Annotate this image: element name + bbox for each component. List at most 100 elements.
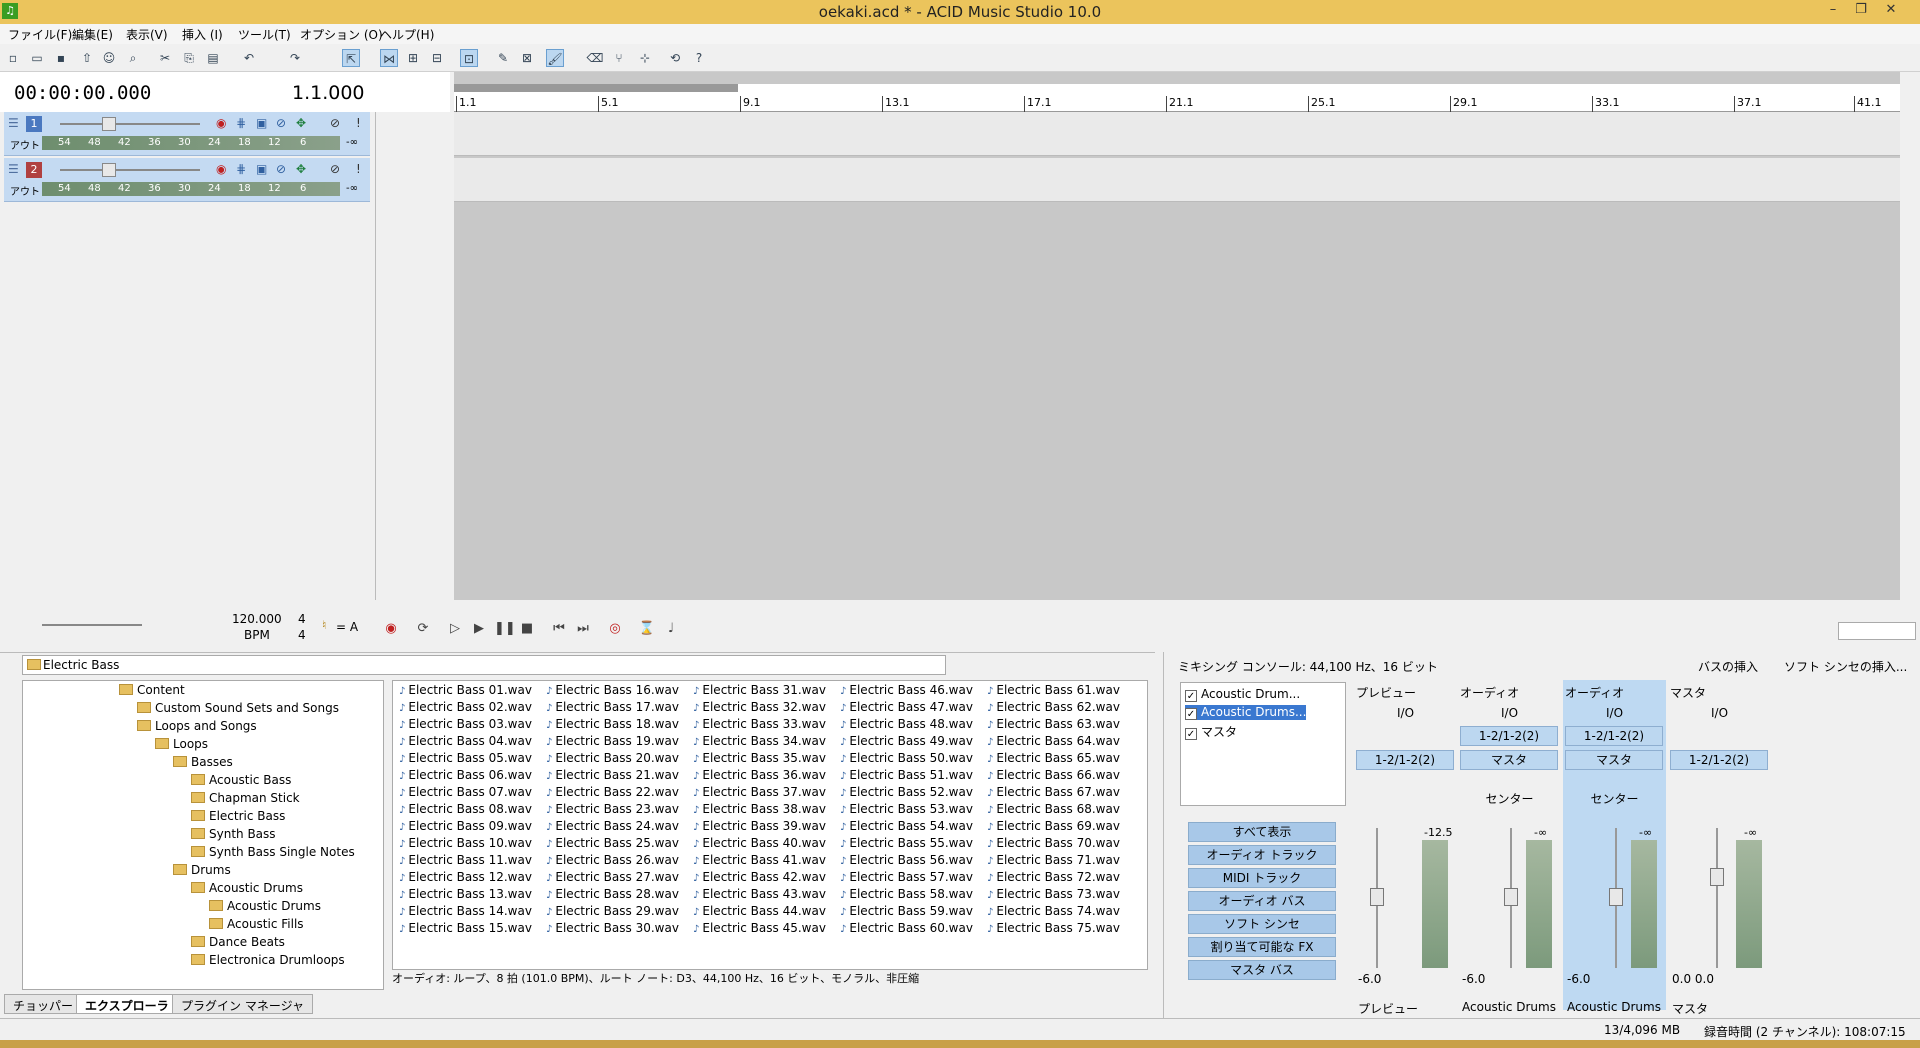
auto-scroll-icon[interactable]: ⟲ xyxy=(666,49,684,67)
file-item[interactable]: Electric Bass 14.wav xyxy=(399,904,532,918)
user-icon[interactable]: ☺ xyxy=(100,49,118,67)
bpm-value[interactable]: 120.000 xyxy=(232,612,282,626)
fx-icon[interactable]: ⋕ xyxy=(236,162,246,176)
time-sig-top[interactable]: 4 xyxy=(298,612,306,626)
mixer-strip-preview[interactable]: プレビュー I/O 1-2/1-2(2) -12.5 -6.0 プレビュー xyxy=(1354,680,1457,1016)
io-label[interactable]: I/O xyxy=(1668,706,1771,720)
volume-slider[interactable] xyxy=(60,117,200,131)
pan-label[interactable]: センター xyxy=(1458,790,1561,807)
file-item[interactable]: Electric Bass 34.wav xyxy=(693,734,826,748)
file-item[interactable]: Electric Bass 04.wav xyxy=(399,734,532,748)
mixer-strip-master[interactable]: マスタ I/O 1-2/1-2(2) -∞ 0.0 0.0 マスタ xyxy=(1668,680,1771,1016)
file-item[interactable]: Electric Bass 08.wav xyxy=(399,802,532,816)
file-list[interactable]: Electric Bass 01.wav Electric Bass 02.wav… xyxy=(392,680,1148,970)
file-item[interactable]: Electric Bass 54.wav xyxy=(840,819,973,833)
menu-edit[interactable]: 編集(E) xyxy=(72,26,113,43)
file-item[interactable]: Electric Bass 60.wav xyxy=(840,921,973,935)
file-item[interactable]: Electric Bass 37.wav xyxy=(693,785,826,799)
track-fx-icon[interactable]: ▣ xyxy=(256,162,267,176)
file-item[interactable]: Electric Bass 27.wav xyxy=(546,870,679,884)
paste-icon[interactable]: ▤ xyxy=(204,49,222,67)
file-item[interactable]: Electric Bass 75.wav xyxy=(987,921,1120,935)
file-item[interactable]: Electric Bass 32.wav xyxy=(693,700,826,714)
address-bar[interactable]: Electric Bass xyxy=(22,655,946,675)
folder-tree[interactable]: Content Custom Sound Sets and Songs Loop… xyxy=(22,680,384,990)
file-item[interactable]: Electric Bass 02.wav xyxy=(399,700,532,714)
select-tool-icon[interactable]: ⊞ xyxy=(404,49,422,67)
tree-item[interactable]: Acoustic Drums xyxy=(209,899,321,913)
file-item[interactable]: Electric Bass 16.wav xyxy=(546,683,679,697)
io-label[interactable]: I/O xyxy=(1563,706,1666,720)
volume-fader[interactable] xyxy=(1504,828,1518,968)
mute-icon[interactable]: ⊘ xyxy=(330,162,340,176)
mixer-track-item[interactable]: ✓ Acoustic Drums... xyxy=(1185,705,1307,720)
go-to-start-button[interactable]: ⏮ xyxy=(550,620,568,638)
master-bus-button[interactable]: マスタ バス xyxy=(1188,960,1336,980)
mute-icon[interactable]: ⊘ xyxy=(330,116,340,130)
file-item[interactable]: Electric Bass 62.wav xyxy=(987,700,1120,714)
file-item[interactable]: Electric Bass 73.wav xyxy=(987,887,1120,901)
record-button[interactable]: ◉ xyxy=(382,620,400,638)
io-label[interactable]: I/O xyxy=(1354,706,1457,720)
publish-icon[interactable]: ⇧ xyxy=(78,49,96,67)
track-lane-2[interactable] xyxy=(454,158,1900,202)
tree-item[interactable]: Chapman Stick xyxy=(191,791,300,805)
file-item[interactable]: Electric Bass 57.wav xyxy=(840,870,973,884)
pencil-icon[interactable]: ✎ xyxy=(494,49,512,67)
file-item[interactable]: Electric Bass 64.wav xyxy=(987,734,1120,748)
mixer-strip-track1[interactable]: オーディオ I/O 1-2/1-2(2) マスタ センター -∞ -6.0 Ac… xyxy=(1458,680,1561,1014)
input-bus[interactable]: 1-2/1-2(2) xyxy=(1565,726,1663,746)
file-item[interactable]: Electric Bass 12.wav xyxy=(399,870,532,884)
file-item[interactable]: Electric Bass 67.wav xyxy=(987,785,1120,799)
file-item[interactable]: Electric Bass 11.wav xyxy=(399,853,532,867)
mixer-strip-track2[interactable]: オーディオ I/O 1-2/1-2(2) マスタ センター -∞ -6.0 Ac… xyxy=(1563,680,1666,1014)
minimize-button[interactable]: – xyxy=(1820,1,1846,19)
marker-icon[interactable]: ⊹ xyxy=(636,49,654,67)
tree-item[interactable]: Drums xyxy=(173,863,231,877)
key-label[interactable]: = A xyxy=(336,620,358,634)
tree-item[interactable]: Acoustic Drums xyxy=(191,881,303,895)
file-item[interactable]: Electric Bass 07.wav xyxy=(399,785,532,799)
file-item[interactable]: Electric Bass 25.wav xyxy=(546,836,679,850)
play-button[interactable]: ▶ xyxy=(470,620,488,638)
file-item[interactable]: Electric Bass 44.wav xyxy=(693,904,826,918)
file-item[interactable]: Electric Bass 45.wav xyxy=(693,921,826,935)
vertical-scrollbar[interactable] xyxy=(1900,72,1920,602)
file-item[interactable]: Electric Bass 52.wav xyxy=(840,785,973,799)
tab-chopper[interactable]: チョッパー xyxy=(4,994,83,1014)
tree-item[interactable]: Custom Sound Sets and Songs xyxy=(137,701,339,715)
snap-icon[interactable]: ⊡ xyxy=(460,49,478,67)
menu-view[interactable]: 表示(V) xyxy=(126,26,168,43)
automation-icon[interactable]: ⊘ xyxy=(276,162,286,176)
file-item[interactable]: Electric Bass 38.wav xyxy=(693,802,826,816)
file-item[interactable]: Electric Bass 26.wav xyxy=(546,853,679,867)
solo-icon[interactable]: ! xyxy=(356,162,361,176)
volume-knob[interactable] xyxy=(102,117,116,131)
file-item[interactable]: Electric Bass 70.wav xyxy=(987,836,1120,850)
file-item[interactable]: Electric Bass 28.wav xyxy=(546,887,679,901)
file-item[interactable]: Electric Bass 63.wav xyxy=(987,717,1120,731)
track-fx-icon[interactable]: ▣ xyxy=(256,116,267,130)
file-item[interactable]: Electric Bass 43.wav xyxy=(693,887,826,901)
tree-item[interactable]: Electric Bass xyxy=(191,809,285,823)
volume-knob[interactable] xyxy=(102,163,116,177)
menu-help[interactable]: ヘルプ(H) xyxy=(380,26,434,43)
volume-fader[interactable] xyxy=(1609,828,1623,968)
metronome-button[interactable]: ◎ xyxy=(606,620,624,638)
menu-insert[interactable]: 挿入 (I) xyxy=(182,26,223,43)
split-icon[interactable]: ⑂ xyxy=(610,49,628,67)
tree-item[interactable]: Loops xyxy=(155,737,208,751)
mixer-track-item[interactable]: ✓ Acoustic Drum... xyxy=(1185,687,1300,702)
mixer-track-item[interactable]: ✓ マスタ xyxy=(1185,723,1237,740)
tempo-slider[interactable] xyxy=(42,624,142,626)
open-icon[interactable]: ▭ xyxy=(28,49,46,67)
file-item[interactable]: Electric Bass 22.wav xyxy=(546,785,679,799)
tab-explorer[interactable]: エクスプローラ xyxy=(76,994,178,1014)
file-item[interactable]: Electric Bass 31.wav xyxy=(693,683,826,697)
file-item[interactable]: Electric Bass 23.wav xyxy=(546,802,679,816)
insert-bus-button[interactable]: バスの挿入 xyxy=(1698,658,1758,675)
file-item[interactable]: Electric Bass 30.wav xyxy=(546,921,679,935)
audio-tracks-button[interactable]: オーディオ トラック xyxy=(1188,845,1336,865)
stop-button[interactable]: ■ xyxy=(518,620,536,638)
file-item[interactable]: Electric Bass 48.wav xyxy=(840,717,973,731)
